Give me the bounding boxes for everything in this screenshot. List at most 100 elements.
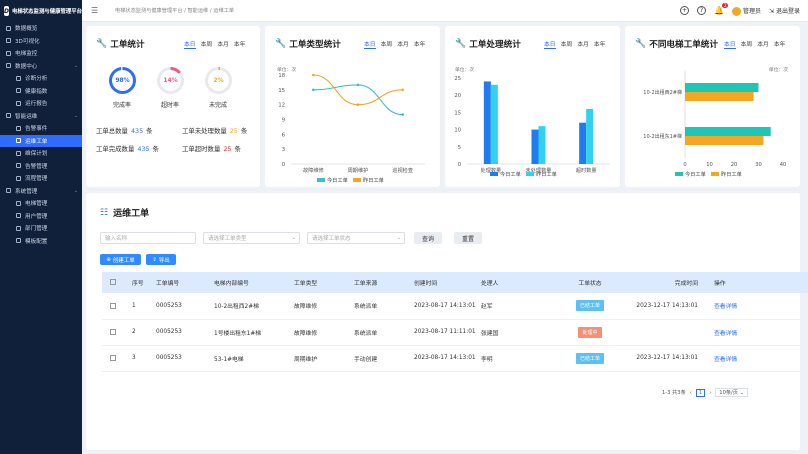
unit-label: 单位：次 (455, 66, 474, 73)
sidebar-item[interactable]: 维保计划 (0, 147, 82, 160)
reset-button[interactable]: 重置 (454, 232, 482, 244)
workorder-panel: ☷ 运维工单 输入名称 请选择工单类型 ⌄ 请选择工单状态 ⌄ 查询 重置 ⊕ 创建工单… (86, 193, 808, 450)
sidebar-item[interactable]: 诊断分析 (0, 72, 82, 85)
type-select[interactable]: 请选择工单类型 ⌄ (203, 232, 300, 244)
page-icon (16, 163, 21, 169)
sidebar-item[interactable]: 流程管理 (0, 172, 82, 185)
cell-created: 2023-08-17 11:11:01 (414, 319, 481, 346)
menu-icon (6, 50, 11, 56)
sidebar-item[interactable]: 健康指数 (0, 85, 82, 98)
sidebar-item[interactable]: 数据概览 (0, 22, 82, 35)
sidebar-item[interactable]: 电梯监控 (0, 47, 82, 60)
ring-label: 完成率 (112, 102, 131, 109)
sidebar-item-label: 诊断分析 (25, 76, 48, 83)
user-menu[interactable]: 管理员 (732, 6, 761, 16)
row-checkbox[interactable] (110, 302, 116, 309)
y-tick-label: 3 (282, 147, 285, 153)
cell-handler: 张建国 (481, 319, 548, 346)
col-header: 工单类型 (294, 281, 318, 287)
tab-month[interactable]: 本月 (217, 39, 229, 49)
cell-finished: 2023-12-17 14:13:01 (632, 345, 698, 372)
header-checkbox-cell (102, 272, 132, 293)
bar (531, 129, 539, 164)
page-icon (16, 75, 21, 81)
sidebar-item-label: 3D可视化 (15, 38, 40, 45)
sidebar-item[interactable]: 系统管理 ⌄ (0, 185, 82, 198)
create-workorder-button[interactable]: ⊕ 创建工单 (100, 254, 141, 265)
sidebar-item[interactable]: 运行报告 (0, 97, 82, 110)
cell-elevator: 10-2出租西2#梯 (214, 293, 294, 320)
table-row[interactable]: 1 0005253 10-2出租西2#梯 故障维修 系统派单 2023-08-17 14:… (102, 293, 808, 320)
sidebar-item-label: 部门管理 (25, 226, 48, 233)
col-header: 工单来源 (354, 281, 378, 287)
logout-button[interactable]: ⇲ 退出登录 (769, 6, 800, 15)
name-search-input[interactable]: 输入名称 (100, 232, 196, 244)
chevron-down-icon: ⌄ (73, 62, 78, 69)
cell-created: 2023-08-17 14:13:01 (414, 293, 481, 320)
view-detail-link[interactable]: 查看详情 (714, 304, 737, 310)
sidebar-item[interactable]: 告警事件 (0, 122, 82, 135)
sidebar-item-label: 流程管理 (25, 176, 48, 183)
sidebar-item[interactable]: 用户管理 (0, 210, 82, 223)
sidebar-item-label: 运行报告 (25, 101, 48, 108)
tab-day[interactable]: 本日 (184, 39, 196, 49)
view-detail-link[interactable]: 查看详情 (714, 357, 737, 363)
legend-label: 昨日工单 (363, 176, 384, 184)
bar (685, 83, 759, 92)
menu-toggle-icon[interactable]: ☰ (91, 6, 107, 15)
bell-icon[interactable]: 🔔 2 (714, 3, 729, 15)
unit-label: 单位：次 (277, 66, 296, 73)
menu-icon (6, 38, 11, 44)
data-point (312, 73, 315, 77)
add-icon[interactable]: + (680, 6, 690, 15)
col-header: 工单状态 (578, 281, 602, 287)
menu-icon (6, 63, 11, 69)
col-header: 操作 (714, 281, 726, 287)
sidebar-item[interactable]: 3D可视化 (0, 35, 82, 48)
view-detail-link[interactable]: 查看详情 (714, 331, 737, 337)
page-icon (16, 88, 21, 94)
page-icon (16, 225, 21, 231)
pager-next[interactable]: › (709, 390, 711, 396)
export-button[interactable]: ⇪ 导出 (146, 254, 176, 265)
logout-icon: ⇲ (769, 8, 775, 15)
status-select[interactable]: 请选择工单状态 ⌄ (307, 232, 405, 244)
y-tick-label: 0 (458, 162, 461, 168)
legend-label: 今日工单 (327, 176, 348, 184)
sidebar-item[interactable]: 部门管理 (0, 222, 82, 235)
x-tick-label: 故障维修 (303, 166, 325, 174)
table-row[interactable]: 2 0005253 1号楼出租东1#梯 故障维修 系统派单 2023-08-17 11:1… (102, 319, 808, 346)
unit-label: 单位：次 (769, 66, 788, 73)
tab-year[interactable]: 本年 (234, 39, 246, 49)
cell-index: 3 (132, 345, 156, 372)
page-size-select[interactable]: 10条/页 ⌄ (715, 388, 748, 397)
menu-icon (6, 113, 11, 119)
row-checkbox[interactable] (110, 354, 116, 361)
x-tick-label: 30 (755, 162, 762, 168)
table-row[interactable]: 3 0005253 53-1#电梯 周期维护 手动创建 2023-08-17 14:13:… (102, 345, 808, 372)
row-checkbox[interactable] (110, 328, 116, 335)
cell-handler: 李明 (481, 345, 548, 372)
select-all-checkbox[interactable] (110, 279, 116, 286)
pager-page-1[interactable]: 1 (695, 388, 706, 397)
sidebar-item[interactable]: 电梯管理 (0, 197, 82, 210)
query-button[interactable]: 查询 (414, 232, 442, 244)
cell-finished (632, 319, 698, 346)
sidebar-item[interactable]: 数据中心 ⌄ (0, 60, 82, 73)
sidebar-nav: 数据概览 3D可视化电梯监控 数据中心 ⌄ 诊断分析健康指数运行报告智能运维 ⌄ 告警事件运… (0, 22, 82, 247)
tab-week[interactable]: 本周 (201, 39, 213, 49)
sidebar-item[interactable]: 运维工单 (0, 134, 82, 147)
cell-status: 已结工单 (548, 293, 632, 320)
help-icon[interactable]: ? (697, 6, 707, 15)
pager-prev[interactable]: ‹ (690, 390, 692, 396)
stat-finished: 工单完成数量 435 条 (96, 145, 159, 153)
app-logo[interactable]: D 电梯状态监测与健康管理平台 (0, 0, 82, 22)
page-icon (16, 213, 21, 219)
sidebar-item[interactable]: 模板配置 (0, 235, 82, 248)
sidebar-item[interactable]: 告警管理 (0, 160, 82, 173)
sidebar-item[interactable]: 智能运维 ⌄ (0, 110, 82, 123)
workorder-title: 运维工单 (113, 209, 150, 219)
row-checkbox-cell (102, 293, 132, 320)
row-checkbox-cell (102, 345, 132, 372)
sidebar-item-label: 告警事件 (25, 126, 48, 133)
